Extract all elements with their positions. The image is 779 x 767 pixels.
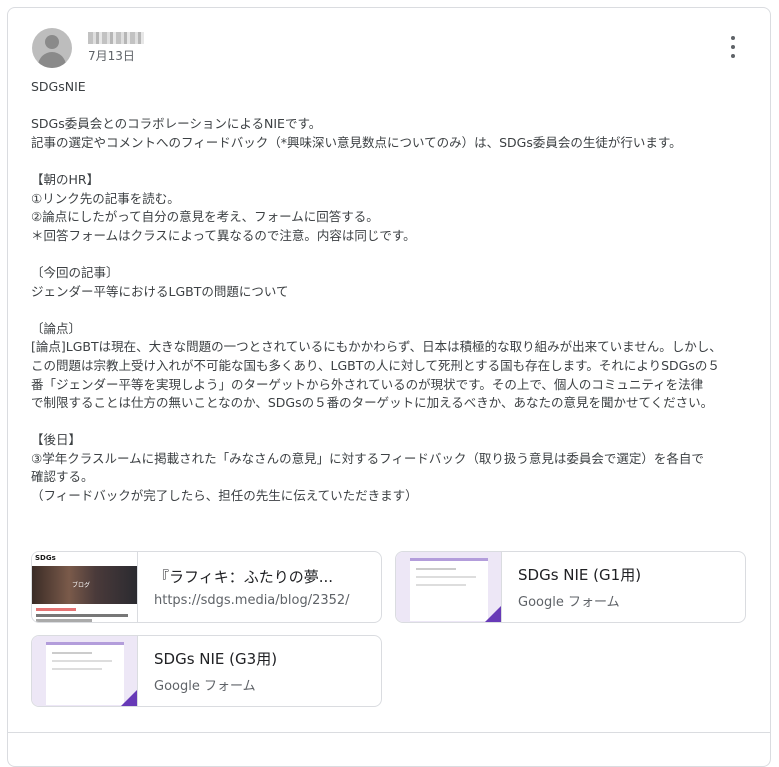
thumb-hero-title: ブログ [72, 582, 91, 589]
post-body-line [31, 245, 751, 264]
form-line [52, 652, 92, 654]
post-body: SDGsNIE SDGs委員会とのコラボレーションによるNIEです。記事の選定やコ… [31, 78, 751, 506]
attachment-info: 『ラフィキ：ふたりの夢... https://sdgs.media/blog/2… [138, 566, 381, 608]
post-body-line: SDGs委員会とのコラボレーションによるNIEです。 [31, 116, 322, 132]
post-body-line: 〔今回の記事〕 [31, 264, 119, 280]
post-body-line: ③学年クラスルームに掲載された「みなさんの意見」に対するフィードバック（取り扱う… [31, 450, 704, 466]
attachment-type: Google フォーム [518, 595, 620, 610]
author-name-blurred [88, 32, 144, 44]
form-line [52, 668, 102, 670]
post-body-line: （フィードバックが完了したら、担任の先生に伝えていただきます） [31, 488, 418, 504]
google-forms-icon [121, 690, 137, 706]
link-thumbnail: SDGs ブログ [32, 552, 138, 622]
post-body-line [31, 97, 751, 116]
form-line [52, 660, 112, 662]
thumb-caption [36, 619, 92, 622]
avatar [32, 28, 72, 68]
post-body-line [31, 413, 751, 432]
post-body-line: 番「ジェンダー平等を実現しよう」のターゲットから外されているのが現状です。その上… [31, 376, 704, 392]
attachment-form-g3[interactable]: SDGs NIE (G3用) Google フォーム [31, 635, 382, 707]
attachment-info: SDGs NIE (G3用) Google フォーム [138, 648, 374, 694]
post-body-line: 確認する。 [31, 469, 94, 485]
post-body-line: ＊回答フォームはクラスによって異なるので注意。内容は同じです。 [31, 227, 416, 243]
post-body-line: で制限することは仕方の無いことなのか、SDGsの５番のターゲットに加えるべきか、… [31, 395, 714, 411]
divider [8, 732, 770, 733]
attachment-url: https://sdgs.media/blog/2352/ [154, 593, 350, 608]
more-vert-icon[interactable] [723, 36, 743, 58]
thumb-caption [36, 614, 128, 617]
post-body-line [31, 152, 751, 171]
form-line [416, 576, 476, 578]
post-body-line: [論点]LGBTは現在、大きな問題の一つとされているにもかかわらず、日本は積極的… [31, 339, 722, 355]
attachment-info: SDGs NIE (G1用) Google フォーム [502, 564, 738, 610]
post-body-line: 記事の選定やコメントへのフィードバック（*興味深い意見数点についてのみ）は、SD… [31, 134, 682, 150]
post-body-line: SDGsNIE [31, 79, 86, 94]
more-dot [731, 54, 735, 58]
post-body-line [31, 301, 751, 320]
post-body-line: この問題は宗教上受け入れが不可能な国も多くあり、LGBTの人に対して死刑とする国… [31, 357, 720, 373]
avatar-head [45, 35, 59, 49]
attachment-title[interactable]: 『ラフィキ：ふたりの夢... [154, 566, 381, 587]
post-body-line: 【朝のHR】 [31, 171, 100, 187]
post-date: 7月13日 [88, 49, 135, 63]
form-line [416, 584, 466, 586]
post-body-line: 【後日】 [31, 432, 82, 448]
google-forms-icon [485, 606, 501, 622]
post-body-line: ②論点にしたがって自分の意見を考え、フォームに回答する。 [31, 209, 379, 225]
form-line [416, 568, 456, 570]
more-dot [731, 45, 735, 49]
post-body-line: ①リンク先の記事を読む。 [31, 190, 180, 206]
form-thumbnail [396, 552, 502, 622]
attachment-title[interactable]: SDGs NIE (G1用) [518, 564, 738, 585]
avatar-body [38, 52, 66, 68]
more-dot [731, 36, 735, 40]
thumb-logo: SDGs [35, 554, 56, 562]
thumb-tag [36, 608, 76, 611]
form-thumbnail [32, 636, 138, 706]
attachment-link[interactable]: SDGs ブログ 『ラフィキ：ふたりの夢... https://sdgs.med… [31, 551, 382, 623]
post-body-line: ジェンダー平等におけるLGBTの問題について [31, 283, 289, 299]
attachment-title[interactable]: SDGs NIE (G3用) [154, 648, 374, 669]
attachment-type: Google フォーム [154, 679, 256, 694]
attachment-form-g1[interactable]: SDGs NIE (G1用) Google フォーム [395, 551, 746, 623]
post-body-line: 〔論点〕 [31, 320, 82, 336]
